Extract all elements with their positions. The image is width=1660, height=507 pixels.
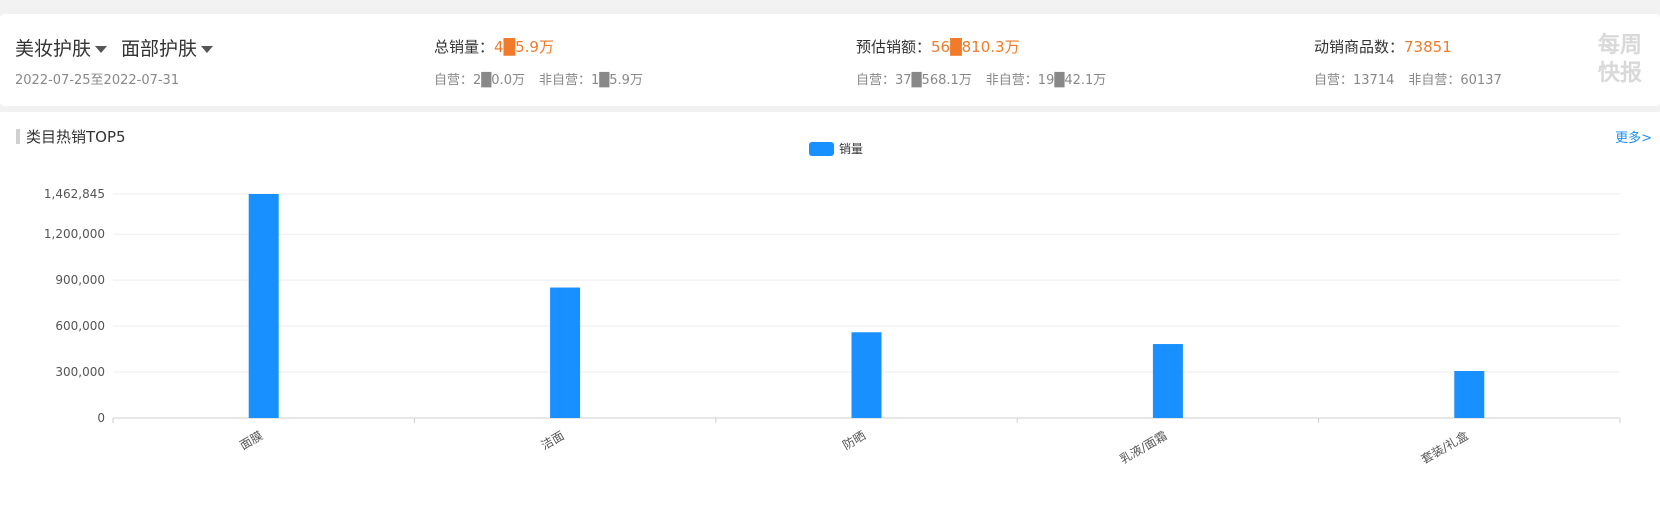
nonself-label: 非自营：: [985, 73, 1038, 88]
y-tick-label: 900,000: [55, 273, 105, 287]
estimated-amount-value: 56█810.3万: [931, 38, 1020, 56]
nonself-value: 60137: [1460, 73, 1502, 88]
estimated-amount-metric: 预估销额：56█810.3万: [856, 36, 1020, 57]
y-tick-label: 1,200,000: [44, 227, 105, 241]
y-tick-label: 300,000: [55, 365, 105, 379]
legend-swatch: [809, 142, 834, 156]
self-value: 37█568.1万: [895, 73, 972, 88]
nonself-label: 非自营：: [538, 73, 591, 88]
self-label: 自营：: [434, 73, 474, 88]
x-tick-label: 洁面: [539, 428, 567, 452]
moving-products-label: 动销商品数：: [1314, 38, 1405, 56]
category-level1-label: 美妆护肤: [15, 38, 92, 60]
nonself-label: 非自营：: [1408, 73, 1461, 88]
total-sales-breakdown: 自营：2█0.0万 非自营：1█5.9万: [434, 69, 643, 88]
self-value: 2█0.0万: [473, 73, 525, 88]
weekly-report-watermark: 每周 快报: [1594, 32, 1646, 88]
category-level2-label: 面部护肤: [121, 38, 198, 60]
legend-label: 销量: [839, 142, 863, 156]
moving-products-value: 73851: [1404, 38, 1452, 56]
watermark-line1: 每周: [1597, 33, 1642, 58]
x-tick-label: 面膜: [237, 428, 265, 452]
total-sales-label: 总销量：: [434, 38, 495, 56]
x-tick-label: 乳液/面霜: [1117, 428, 1170, 467]
bar-1: [248, 194, 279, 418]
y-tick-label: 600,000: [55, 319, 105, 333]
x-tick-label: 防晒: [840, 428, 868, 453]
estimated-amount-label: 预估销额：: [856, 38, 932, 56]
y-tick-label: 0: [97, 411, 105, 425]
nonself-value: 1█5.9万: [590, 73, 643, 88]
more-link[interactable]: 更多>: [1615, 127, 1652, 146]
total-sales-metric: 总销量：4█5.9万: [434, 36, 554, 57]
category-dropdown-level2[interactable]: 面部护肤: [121, 34, 214, 61]
date-range: 2022-07-25至2022-07-31: [15, 73, 180, 88]
bar-chart: 0 300,000 600,000 900,000 1,200,000 1,462,845…: [44, 142, 1621, 467]
summary-card: 美妆护肤 面部护肤 2022-07-25至2022-07-31 总销量：4█5.…: [0, 14, 1660, 106]
watermark-line2: 快报: [1597, 61, 1642, 86]
nonself-value: 19█42.1万: [1037, 73, 1107, 88]
caret-down-icon: [201, 46, 214, 53]
caret-down-icon: [95, 46, 108, 53]
bar-5: [1454, 370, 1485, 418]
panel-title: 类目热销TOP5: [16, 126, 126, 147]
self-label: 自营：: [1314, 73, 1354, 88]
moving-products-metric: 动销商品数：73851: [1314, 36, 1452, 57]
x-tick-label: 套装/礼盒: [1418, 428, 1471, 467]
total-sales-value: 4█5.9万: [494, 38, 554, 56]
bar-4: [1152, 344, 1183, 418]
bar-2: [550, 287, 581, 418]
moving-products-breakdown: 自营：13714 非自营：60137: [1314, 69, 1502, 88]
estimated-amount-breakdown: 自营：37█568.1万 非自营：19█42.1万: [856, 69, 1106, 88]
category-dropdown-level1[interactable]: 美妆护肤: [15, 34, 108, 61]
bar-3: [851, 332, 882, 418]
y-tick-label: 1,462,845: [44, 187, 105, 201]
self-label: 自营：: [856, 73, 896, 88]
self-value: 13714: [1353, 73, 1395, 88]
top5-category-panel: 0 300,000 600,000 900,000 1,200,000 1,462,845…: [0, 112, 1660, 507]
